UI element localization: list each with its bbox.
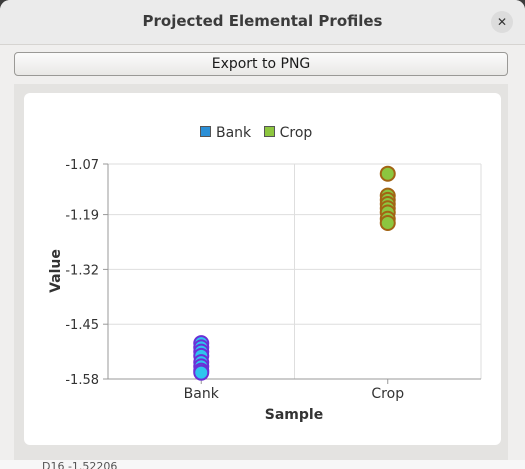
chart-ticks: -1.07 -1.19 -1.32 -1.45 -1.58 Bank Crop (65, 158, 404, 402)
y-tick-label: -1.07 (65, 158, 99, 173)
data-point-crop (379, 215, 396, 232)
x-axis-label: Sample (265, 407, 323, 423)
data-point-crop (379, 165, 396, 182)
y-tick-label: -1.19 (65, 209, 99, 224)
y-tick-label: -1.58 (65, 373, 99, 388)
chart-grid (108, 163, 482, 380)
y-tick-label: -1.32 (65, 263, 99, 278)
partial-table-text: D16 -1.52206 (42, 460, 118, 469)
scatter-chart: -1.07 -1.19 -1.32 -1.45 -1.58 Bank Crop Sample… (48, 158, 482, 423)
dialog-window: Projected Elemental Profiles ✕ Export to… (0, 0, 525, 469)
x-tick-label: Bank (184, 386, 220, 402)
y-tick-label: -1.45 (65, 318, 99, 333)
background-table-edge: D16 -1.52206 (0, 460, 525, 469)
x-tick-label: Crop (371, 386, 404, 402)
data-point-bank (193, 364, 210, 381)
y-axis-label: Value (48, 249, 64, 293)
